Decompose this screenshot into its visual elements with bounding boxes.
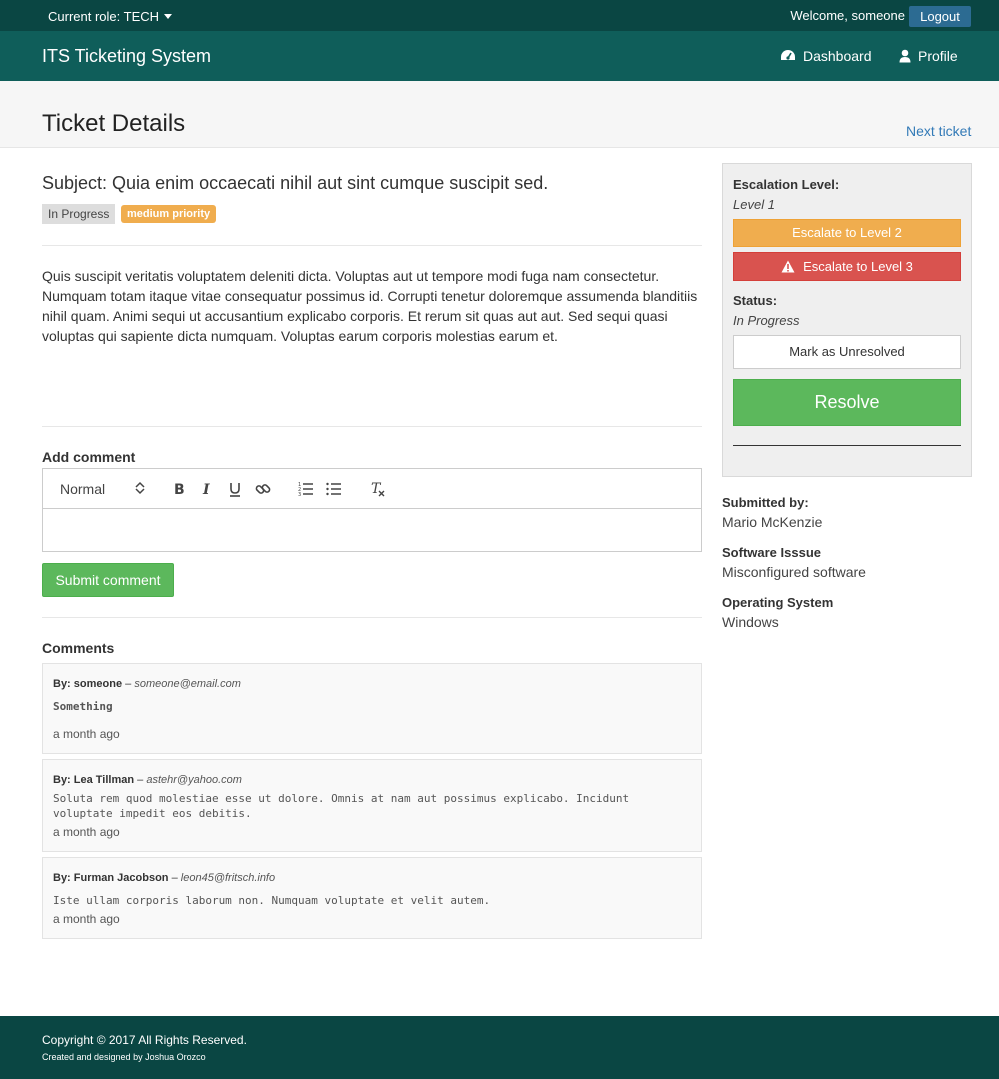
- bullet-list-icon[interactable]: [325, 480, 343, 498]
- comment-item: By: Furman Jacobson – leon45@fritsch.inf…: [42, 857, 702, 939]
- ticket-description: Quis suscipit veritatis voluptatem delen…: [42, 268, 698, 344]
- user-icon: [899, 49, 911, 63]
- page-header: Ticket Details Next ticket: [0, 81, 999, 148]
- nav-dashboard[interactable]: Dashboard: [780, 48, 872, 64]
- escalation-level-value: Level 1: [733, 197, 775, 212]
- comment-header: By: Lea Tillman – astehr@yahoo.com: [53, 774, 242, 786]
- underline-icon[interactable]: [226, 480, 244, 498]
- divider: [42, 426, 702, 427]
- status-badge: In Progress: [42, 204, 116, 224]
- caret-down-icon: [164, 14, 173, 20]
- comment-body: Iste ullam corporis laborum non. Numquam…: [53, 894, 491, 907]
- ordered-list-icon[interactable]: 123: [297, 480, 315, 498]
- footer: Copyright © 2017 All Rights Reserved. Cr…: [0, 1016, 999, 1079]
- operating-system-label: Operating System: [722, 595, 834, 610]
- dashboard-icon: [780, 49, 796, 63]
- operating-system-value: Windows: [722, 614, 779, 630]
- comment-email: someone@email.com: [134, 678, 241, 690]
- format-select[interactable]: Normal: [60, 481, 105, 497]
- divider: [42, 617, 702, 618]
- escalate-level-2-button[interactable]: Escalate to Level 2: [733, 219, 961, 247]
- priority-badge: medium priority: [121, 205, 217, 223]
- nav-profile-label: Profile: [918, 48, 958, 64]
- bold-icon[interactable]: B: [171, 480, 189, 498]
- software-issue-value: Misconfigured software: [722, 564, 866, 580]
- comment-time: a month ago: [53, 727, 120, 741]
- ticket-actions-panel: Escalation Level: Level 1 Escalate to Le…: [722, 163, 972, 477]
- comment-body: Soluta rem quod molestiae esse ut dolore…: [53, 792, 630, 820]
- logout-button[interactable]: Logout: [909, 6, 971, 27]
- comment-separator: –: [125, 678, 132, 690]
- comment-separator: –: [171, 872, 178, 884]
- submitted-by-label: Submitted by:: [722, 495, 809, 510]
- escalate-level-3-label: Escalate to Level 3: [803, 259, 913, 274]
- comment-body: Something: [53, 700, 113, 713]
- submit-comment-button[interactable]: Submit comment: [42, 563, 174, 597]
- svg-text:I: I: [202, 482, 210, 498]
- add-comment-label: Add comment: [42, 449, 136, 465]
- copyright-text: Copyright © 2017 All Rights Reserved.: [42, 1033, 247, 1047]
- brand-link[interactable]: ITS Ticketing System: [42, 46, 211, 67]
- resolve-button[interactable]: Resolve: [733, 379, 961, 426]
- comment-header: By: someone – someone@email.com: [53, 678, 241, 690]
- page-title: Ticket Details: [42, 110, 186, 137]
- credit-text: Created and designed by Joshua Orozco: [42, 1052, 206, 1062]
- comment-author: By: Furman Jacobson: [53, 872, 169, 884]
- editor-toolbar: Normal B I 123 T: [42, 468, 702, 509]
- role-dropdown[interactable]: Current role: TECH: [48, 9, 173, 24]
- comment-item: By: Lea Tillman – astehr@yahoo.com Solut…: [42, 759, 702, 852]
- escalation-level-label: Escalation Level:: [733, 177, 840, 192]
- clear-format-icon[interactable]: T: [369, 480, 387, 498]
- software-issue-label: Software Isssue: [722, 545, 821, 560]
- submitted-by-value: Mario McKenzie: [722, 514, 823, 530]
- italic-icon[interactable]: I: [198, 480, 216, 498]
- ticket-subject: Subject: Quia enim occaecati nihil aut s…: [42, 173, 549, 193]
- comment-email: leon45@fritsch.info: [180, 872, 276, 884]
- comment-author: By: someone: [53, 678, 123, 690]
- comment-time: a month ago: [53, 825, 120, 839]
- role-label: Current role: TECH: [48, 9, 160, 24]
- comment-header: By: Furman Jacobson – leon45@fritsch.inf…: [53, 872, 275, 884]
- comment-time: a month ago: [53, 912, 120, 926]
- comment-separator: –: [137, 774, 144, 786]
- divider: [733, 445, 961, 446]
- status-label: Status:: [733, 293, 778, 308]
- comment-author: By: Lea Tillman: [53, 774, 135, 786]
- warning-icon: [781, 260, 795, 273]
- comments-label: Comments: [42, 640, 115, 656]
- nav-dashboard-label: Dashboard: [803, 48, 872, 64]
- welcome-text: Welcome, someone: [790, 8, 905, 23]
- svg-text:3: 3: [298, 492, 301, 498]
- link-icon[interactable]: [254, 480, 272, 498]
- navbar: ITS Ticketing System Dashboard Profile: [0, 31, 999, 81]
- comment-editor[interactable]: [42, 508, 702, 552]
- comment-item: By: someone – someone@email.com Somethin…: [42, 663, 702, 754]
- divider: [42, 245, 702, 246]
- mark-unresolved-button[interactable]: Mark as Unresolved: [733, 335, 961, 369]
- status-value: In Progress: [733, 313, 800, 328]
- nav-profile[interactable]: Profile: [899, 48, 958, 64]
- next-ticket-link[interactable]: Next ticket: [906, 123, 971, 139]
- escalate-level-3-button[interactable]: Escalate to Level 3: [733, 252, 961, 281]
- svg-text:B: B: [174, 482, 185, 498]
- top-bar: Current role: TECH Welcome, someone Logo…: [0, 0, 999, 31]
- select-arrows-icon: [135, 481, 145, 495]
- comment-email: astehr@yahoo.com: [146, 774, 242, 786]
